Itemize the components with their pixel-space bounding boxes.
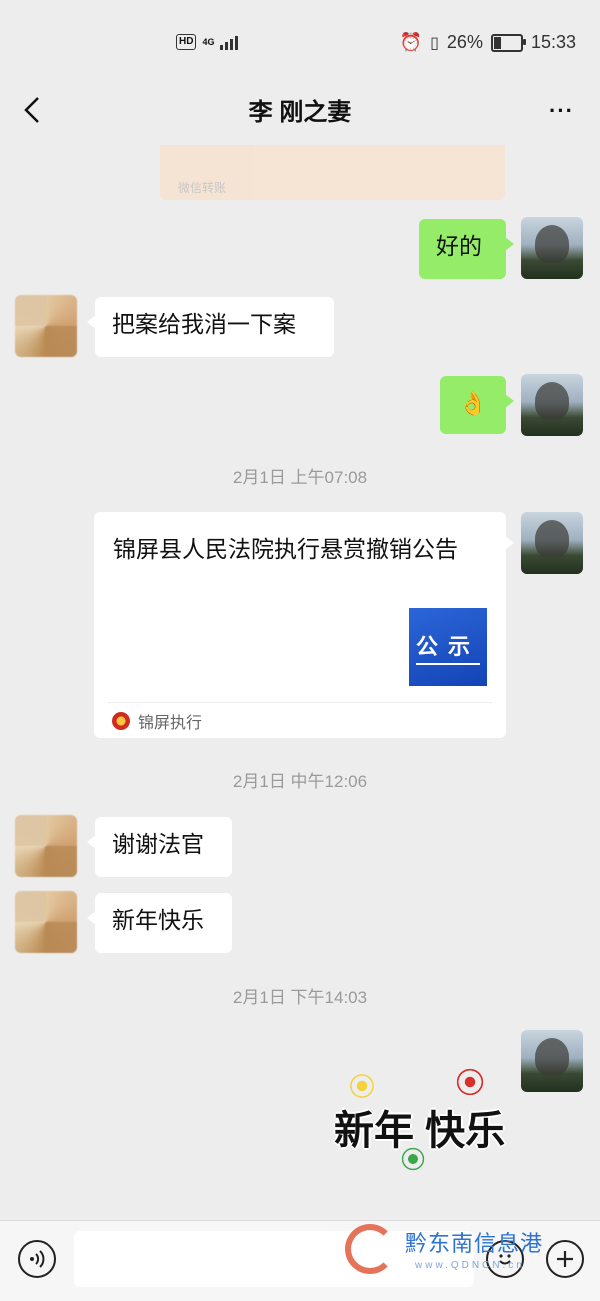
chat-header: 李 刚之妻 ··· [0,80,600,140]
watermark-text: 黔东南信息港 [405,1232,544,1257]
watermark: 黔东南信息港 www.QDNCN.cn [345,1220,565,1280]
clock: 15:33 [530,32,576,52]
voice-icon[interactable] [18,1240,56,1278]
timestamp: 2月1日 下午14:03 [232,988,368,1007]
watermark-url: www.QDNCN.cn [415,1260,525,1271]
avatar-contact[interactable] [15,815,77,877]
message-text: 好的 [436,233,482,259]
chat-title: 李 刚之妻 [248,99,352,126]
message-text: 谢谢法官 [112,831,204,857]
card-divider [108,702,492,703]
message-text: 新年快乐 [112,907,204,933]
alarm-icon: ⏰ [399,32,423,52]
article-thumbnail: 公示 [409,608,487,686]
timestamp: 2月1日 中午12:06 [232,772,368,791]
source-logo-icon [112,712,130,730]
hd-badge: HD [176,34,197,50]
avatar-contact[interactable] [15,295,77,357]
avatar-self[interactable] [521,1030,583,1092]
message-incoming[interactable]: 谢谢法官 [87,817,232,877]
new-year-sticker[interactable]: 新年 快乐 [330,1060,510,1180]
sticker-text: 新年 快乐 [334,1109,506,1153]
avatar-contact[interactable] [15,891,77,953]
watermark-logo-icon [345,1224,395,1274]
transfer-source: 微信转账 [178,181,227,195]
message-outgoing-emoji[interactable]: 👌 [440,376,514,434]
transfer-card-partial[interactable]: 微信转账 [160,145,505,200]
article-source: 锦屏执行 [112,709,202,733]
status-right: ⏰ ▯ 26% 15:33 [400,32,576,53]
status-bar: HD 4G ⏰ ▯ 26% 15:33 [0,0,600,80]
message-outgoing[interactable]: 好的 [419,219,514,279]
message-incoming[interactable]: 新年快乐 [87,893,232,953]
article-title: 锦屏县人民法院执行悬赏撤销公告 [113,536,458,562]
firework-red-icon [450,1062,490,1102]
avatar-self[interactable] [521,374,583,436]
avatar-self[interactable] [521,512,583,574]
signal-icon [220,34,239,50]
ok-hand-emoji: 👌 [458,390,488,416]
vibrate-icon: ▯ [430,34,439,52]
source-name: 锦屏执行 [138,715,203,732]
thumbnail-text: 公示 [415,629,480,665]
network-indicators: HD 4G [176,34,239,50]
network-type: 4G [202,36,215,47]
timestamp: 2月1日 上午07:08 [232,468,368,487]
shared-article-card[interactable]: 锦屏县人民法院执行悬赏撤销公告 公示 锦屏执行 [94,512,514,738]
message-text: 把案给我消一下案 [112,311,296,337]
more-options-icon[interactable]: ··· [549,98,574,124]
battery-icon [490,33,526,52]
avatar-self[interactable] [521,217,583,279]
battery-percent: 26% [446,32,483,52]
message-incoming[interactable]: 把案给我消一下案 [87,297,334,357]
